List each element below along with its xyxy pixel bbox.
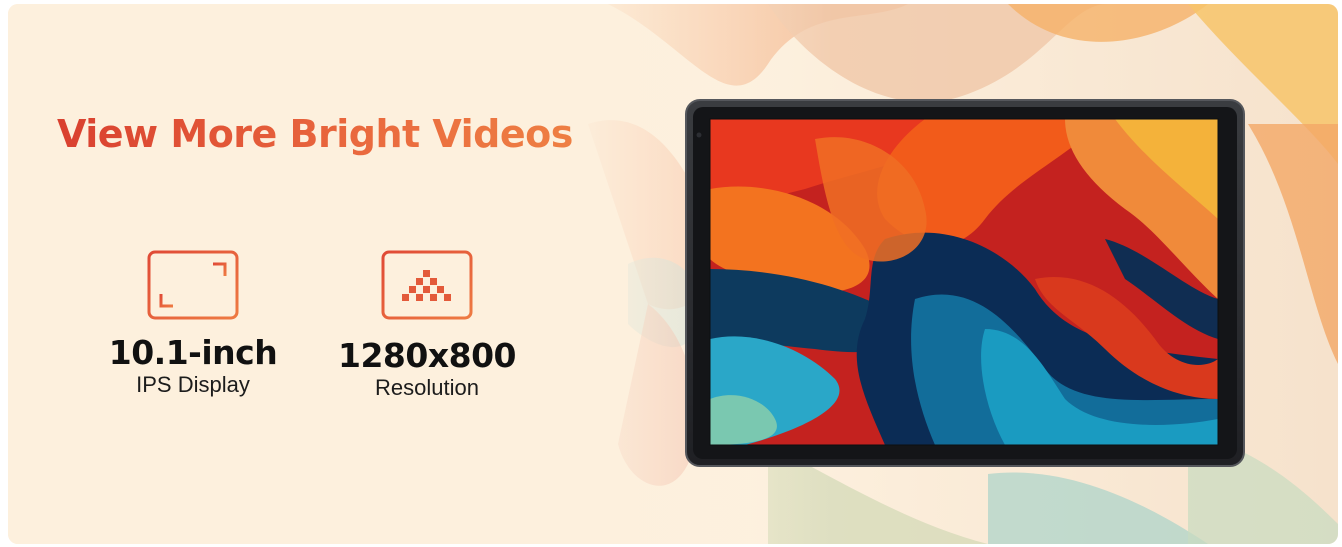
screen-corners-icon	[147, 250, 239, 320]
spec-screen-size: 10.1-inch IPS Display	[103, 250, 283, 398]
tablet-screen	[710, 119, 1218, 445]
spec-label: Resolution	[375, 375, 479, 400]
product-banner: View More Bright Videos 10.1-inch IPS Di…	[8, 4, 1338, 544]
tablet-image	[685, 99, 1245, 467]
headline: View More Bright Videos	[57, 112, 573, 156]
spec-label: IPS Display	[136, 372, 250, 397]
spec-value: 10.1-inch	[108, 333, 278, 372]
pixel-grid-icon	[381, 250, 473, 320]
spec-resolution: 1280x800 Resolution	[334, 250, 520, 401]
spec-value: 1280x800	[337, 336, 517, 375]
